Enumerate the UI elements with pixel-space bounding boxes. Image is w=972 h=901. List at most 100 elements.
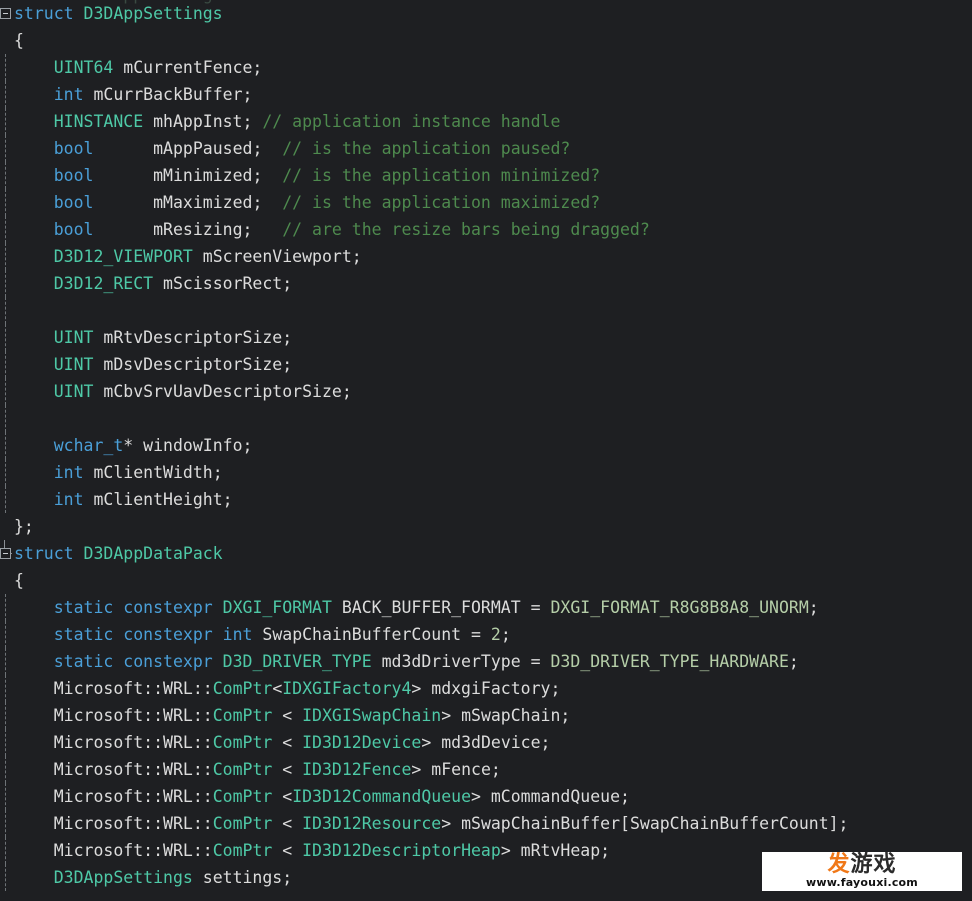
code-line[interactable]: wchar_t* windowInfo; bbox=[0, 432, 972, 459]
code-token-typ: D3DAppDataPack bbox=[83, 544, 223, 563]
indent-guide bbox=[5, 135, 6, 162]
code-surface[interactable]: struct D3DAppSettings { UINT64 mCurrentFe… bbox=[0, 0, 972, 891]
code-token-pln: { bbox=[14, 31, 24, 50]
code-line[interactable]: Microsoft::WRL::ComPtr <ID3D12CommandQue… bbox=[0, 783, 972, 810]
code-line[interactable]: }; bbox=[0, 513, 972, 540]
code-token-pln: mhAppInst; bbox=[143, 112, 263, 131]
code-token-typ: D3D12_VIEWPORT bbox=[53, 247, 193, 266]
code-token-pln: < bbox=[272, 679, 283, 698]
indent-guide bbox=[5, 189, 6, 216]
code-token-pln bbox=[14, 274, 54, 293]
code-line-text: UINT mDsvDescriptorSize; bbox=[0, 351, 292, 378]
code-token-pln bbox=[14, 625, 54, 644]
indent-guide bbox=[5, 324, 6, 351]
code-editor[interactable]: struct D3DAppSettings struct D3DAppSetti… bbox=[0, 0, 972, 901]
code-line[interactable]: Microsoft::WRL::ComPtr<IDXGIFactory4> md… bbox=[0, 675, 972, 702]
code-token-typ: UINT bbox=[53, 382, 94, 401]
indent-guide bbox=[5, 783, 6, 810]
watermark-logo: 发游戏 bbox=[827, 854, 896, 876]
code-token-typ: DXGI_FORMAT bbox=[222, 598, 332, 617]
code-line[interactable]: bool mAppPaused; // is the application p… bbox=[0, 135, 972, 162]
indent-guide bbox=[5, 162, 6, 189]
code-token-kw: bool bbox=[53, 193, 94, 212]
code-token-pln: }; bbox=[14, 517, 34, 536]
fold-toggle-minus-icon[interactable] bbox=[0, 8, 11, 19]
code-line[interactable]: D3D12_VIEWPORT mScreenViewport; bbox=[0, 243, 972, 270]
code-line-text: { bbox=[0, 567, 24, 594]
code-line-text: bool mAppPaused; // is the application p… bbox=[0, 135, 571, 162]
code-token-pln: mRtvDescriptorSize; bbox=[93, 328, 293, 347]
code-line-text: Microsoft::WRL::ComPtr<IDXGIFactory4> md… bbox=[0, 675, 561, 702]
code-line[interactable]: Microsoft::WRL::ComPtr < IDXGISwapChain>… bbox=[0, 702, 972, 729]
indent-guide bbox=[5, 702, 6, 729]
code-line[interactable]: Microsoft::WRL::ComPtr < ID3D12Fence> mF… bbox=[0, 756, 972, 783]
code-line[interactable]: D3D12_RECT mScissorRect; bbox=[0, 270, 972, 297]
code-line[interactable]: struct D3DAppDataPack bbox=[0, 540, 972, 567]
code-line-text: HINSTANCE mhAppInst; // application inst… bbox=[0, 108, 561, 135]
code-token-pln bbox=[14, 139, 54, 158]
fold-toggle-minus-icon[interactable] bbox=[0, 548, 11, 559]
code-line[interactable]: static constexpr int SwapChainBufferCoun… bbox=[0, 621, 972, 648]
code-token-typ: D3D12_RECT bbox=[53, 274, 154, 293]
code-line[interactable]: int mCurrBackBuffer; bbox=[0, 81, 972, 108]
code-token-pln: > mCommandQueue; bbox=[471, 787, 630, 806]
indent-guide bbox=[5, 297, 6, 324]
code-line[interactable]: bool mMaximized; // is the application m… bbox=[0, 189, 972, 216]
code-token-pln: mCurrentFence; bbox=[113, 58, 263, 77]
code-token-kw: int bbox=[222, 625, 253, 644]
code-token-pln: < bbox=[272, 760, 303, 779]
code-line-text: int mClientHeight; bbox=[0, 486, 233, 513]
code-line[interactable]: bool mResizing; // are the resize bars b… bbox=[0, 216, 972, 243]
code-line[interactable]: static constexpr DXGI_FORMAT BACK_BUFFER… bbox=[0, 594, 972, 621]
code-token-pln bbox=[14, 355, 54, 374]
code-line[interactable]: { bbox=[0, 567, 972, 594]
code-line[interactable]: UINT mCbvSrvUavDescriptorSize; bbox=[0, 378, 972, 405]
code-line-text: wchar_t* windowInfo; bbox=[0, 432, 253, 459]
code-token-typ: ComPtr bbox=[212, 787, 273, 806]
code-line[interactable]: UINT64 mCurrentFence; bbox=[0, 54, 972, 81]
code-line[interactable]: static constexpr D3D_DRIVER_TYPE md3dDri… bbox=[0, 648, 972, 675]
code-token-pln bbox=[14, 706, 54, 725]
code-line-text: UINT64 mCurrentFence; bbox=[0, 54, 263, 81]
code-token-pln bbox=[113, 625, 123, 644]
code-line[interactable]: UINT mRtvDescriptorSize; bbox=[0, 324, 972, 351]
code-line-text: bool mResizing; // are the resize bars b… bbox=[0, 216, 650, 243]
code-line-text: UINT mCbvSrvUavDescriptorSize; bbox=[0, 378, 352, 405]
code-token-typ: UINT bbox=[53, 328, 94, 347]
code-token-pln bbox=[14, 247, 54, 266]
code-token-kw: int bbox=[53, 85, 84, 104]
code-token-enm: D3D_DRIVER_TYPE_HARDWARE bbox=[550, 652, 789, 671]
code-line[interactable]: { bbox=[0, 27, 972, 54]
code-token-kw: struct bbox=[14, 544, 74, 563]
code-line[interactable]: struct D3DAppSettings bbox=[0, 0, 972, 27]
indent-guide bbox=[5, 486, 6, 513]
code-token-pln: mScissorRect; bbox=[153, 274, 293, 293]
code-line[interactable]: Microsoft::WRL::ComPtr < ID3D12Device> m… bbox=[0, 729, 972, 756]
indent-guide bbox=[5, 270, 6, 297]
code-line[interactable]: HINSTANCE mhAppInst; // application inst… bbox=[0, 108, 972, 135]
code-line[interactable] bbox=[0, 297, 972, 324]
code-token-kw: bool bbox=[53, 139, 94, 158]
code-token-typ: UINT64 bbox=[53, 58, 114, 77]
code-line[interactable]: UINT mDsvDescriptorSize; bbox=[0, 351, 972, 378]
code-token-pln bbox=[14, 85, 54, 104]
code-token-pln bbox=[14, 652, 54, 671]
code-line[interactable] bbox=[0, 405, 972, 432]
code-line[interactable]: bool mMinimized; // is the application m… bbox=[0, 162, 972, 189]
code-token-cmt: // are the resize bars being dragged? bbox=[282, 220, 650, 239]
code-token-cmt: // application instance handle bbox=[262, 112, 561, 131]
code-token-pln: mMinimized; bbox=[93, 166, 283, 185]
indent-guide bbox=[5, 810, 6, 837]
code-token-typ: ComPtr bbox=[212, 679, 273, 698]
code-token-pln: < bbox=[272, 706, 303, 725]
code-line[interactable]: int mClientWidth; bbox=[0, 459, 972, 486]
code-line[interactable]: Microsoft::WRL::ComPtr < ID3D12Resource>… bbox=[0, 810, 972, 837]
code-token-pln bbox=[213, 625, 223, 644]
code-token-pln: md3dDriverType = bbox=[371, 652, 551, 671]
code-token-typ: ID3D12CommandQueue bbox=[292, 787, 471, 806]
code-line[interactable]: int mClientHeight; bbox=[0, 486, 972, 513]
indent-guide bbox=[5, 864, 6, 891]
code-token-kw: wchar_t bbox=[53, 436, 124, 455]
code-token-kw: int bbox=[53, 490, 84, 509]
code-token-typ: IDXGIFactory4 bbox=[282, 679, 412, 698]
